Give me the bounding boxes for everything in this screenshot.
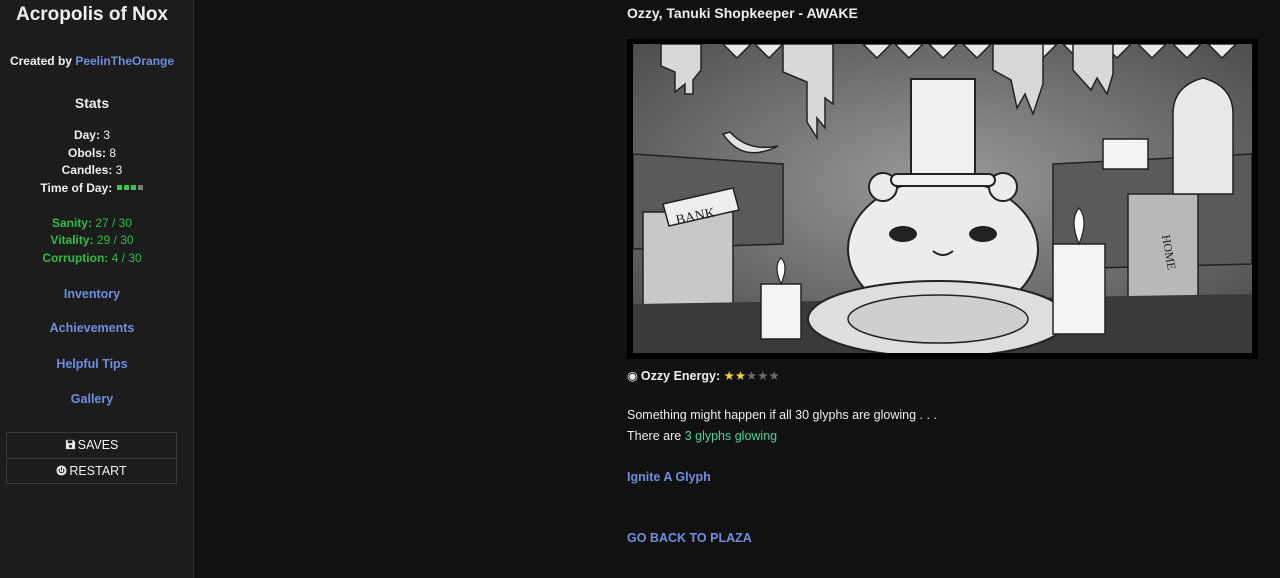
radio-dot-icon: ◉ xyxy=(627,369,638,383)
stat-candles-value: 3 xyxy=(115,163,123,177)
stat-sanity-value: 27 / 30 xyxy=(95,216,133,230)
time-of-day-square xyxy=(130,185,136,191)
stat-candles: Candles: 3 xyxy=(0,162,184,179)
stat-day: Day: 3 xyxy=(0,127,184,144)
power-icon xyxy=(56,465,67,476)
stat-vitality-label: Vitality: xyxy=(50,233,94,247)
glyph-count-highlight: 3 glyphs glowing xyxy=(684,429,778,443)
star-empty-icon: ★ xyxy=(768,369,780,383)
stat-day-value: 3 xyxy=(103,128,111,142)
saves-button[interactable]: SAVES xyxy=(7,433,176,458)
restart-button[interactable]: RESTART xyxy=(7,458,176,483)
time-of-day-meter xyxy=(116,181,144,195)
inventory-link[interactable]: Inventory xyxy=(0,287,184,301)
stat-obols-value: 8 xyxy=(109,146,117,160)
shopkeeper-scene-image: BANK HOME xyxy=(627,39,1258,359)
ozzy-energy: ◉ Ozzy Energy: ★★★★★ xyxy=(627,368,780,383)
energy-label: Ozzy Energy: xyxy=(640,369,721,383)
created-by-label: Created by xyxy=(9,54,72,68)
star-empty-icon: ★ xyxy=(746,369,758,383)
shop-illustration: BANK HOME xyxy=(633,44,1252,353)
stat-time-of-day: Time of Day: xyxy=(0,180,184,197)
glyph-count-prefix: There are xyxy=(627,429,682,443)
ignite-glyph-link[interactable]: Ignite A Glyph xyxy=(627,470,711,484)
stat-obols-label: Obols: xyxy=(67,146,106,160)
stat-vitality: Vitality: 29 / 30 xyxy=(0,232,184,249)
floppy-disk-icon xyxy=(65,440,75,450)
stat-corruption-value: 4 / 30 xyxy=(111,251,142,265)
stat-day-label: Day: xyxy=(73,128,100,142)
helpful-tips-link[interactable]: Helpful Tips xyxy=(0,357,184,371)
stat-corruption-label: Corruption: xyxy=(42,251,109,265)
star-filled-icon: ★ xyxy=(723,369,735,383)
back-to-plaza-link[interactable]: GO BACK TO PLAZA xyxy=(627,531,752,545)
restart-label: RESTART xyxy=(69,464,127,478)
stat-corruption: Corruption: 4 / 30 xyxy=(0,250,184,267)
story-byline: Created by PeelinTheOrange xyxy=(0,54,184,68)
glyph-hint: Something might happen if all 30 glyphs … xyxy=(627,408,937,422)
gallery-link[interactable]: Gallery xyxy=(0,392,184,406)
sidebar: Acropolis of Nox Created by PeelinTheOra… xyxy=(0,0,194,578)
author-link[interactable]: PeelinTheOrange xyxy=(75,54,174,68)
time-of-day-square xyxy=(137,185,143,191)
star-filled-icon: ★ xyxy=(734,369,747,383)
passage-title: Ozzy, Tanuki Shopkeeper - AWAKE xyxy=(627,5,858,21)
glyph-count-line: There are 3 glyphs glowing xyxy=(627,429,777,443)
time-of-day-square xyxy=(116,185,122,191)
saves-label: SAVES xyxy=(77,438,119,452)
stats-heading: Stats xyxy=(74,95,110,111)
star-empty-icon: ★ xyxy=(757,369,769,383)
stat-sanity: Sanity: 27 / 30 xyxy=(0,215,184,232)
story-title: Acropolis of Nox xyxy=(15,4,168,25)
stat-vitality-value: 29 / 30 xyxy=(96,233,134,247)
energy-stars: ★★★★★ xyxy=(724,369,780,383)
stat-time-of-day-label: Time of Day: xyxy=(40,181,113,195)
menu-buttons: SAVES RESTART xyxy=(6,432,177,484)
time-of-day-square xyxy=(123,185,129,191)
stat-sanity-label: Sanity: xyxy=(51,216,92,230)
achievements-link[interactable]: Achievements xyxy=(0,321,184,335)
stat-obols: Obols: 8 xyxy=(0,145,184,162)
stat-candles-label: Candles: xyxy=(61,163,113,177)
